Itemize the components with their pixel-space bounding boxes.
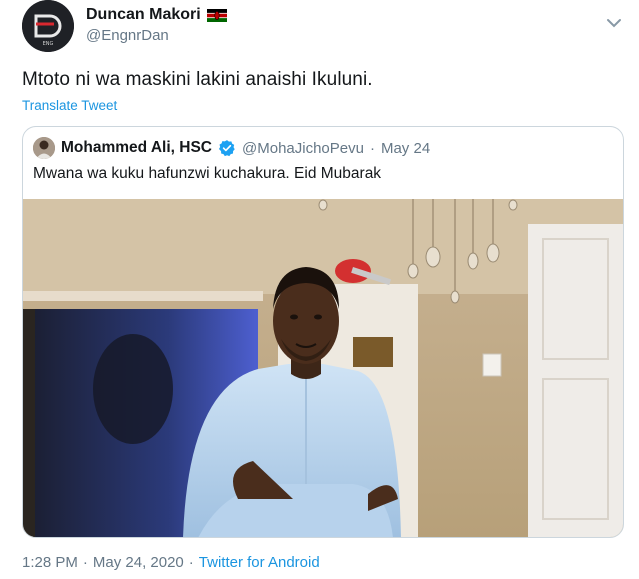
author-handle[interactable]: @EngnrDan [86, 27, 169, 44]
author-name-row: Duncan Makori [86, 4, 227, 26]
tweet-text: Mtoto ni wa maskini lakini anaishi Ikulu… [22, 69, 373, 90]
tweet-time[interactable]: 1:28 PM [22, 554, 78, 571]
quoted-tweet-header: Mohammed Ali, HSC @MohaJichoPevu · May 2… [33, 137, 430, 159]
quoted-author-handle: @MohaJichoPevu [242, 139, 364, 157]
separator-dot: · [188, 554, 194, 571]
tweet-card: ENG Duncan Makori @EngnrDan Mtoto ni wa … [0, 0, 639, 579]
author-avatar[interactable]: ENG [22, 0, 74, 52]
avatar-logo-text: ENG [43, 41, 54, 47]
quoted-author-name: Mohammed Ali, HSC [61, 139, 212, 156]
quoted-author-avatar [33, 137, 55, 159]
kenya-flag-icon [206, 8, 227, 22]
tweet-source-link[interactable]: Twitter for Android [199, 554, 320, 571]
quoted-tweet-date: May 24 [380, 139, 431, 157]
quoted-tweet[interactable]: Mohammed Ali, HSC @MohaJichoPevu · May 2… [22, 126, 624, 538]
separator-dot: · [82, 554, 88, 571]
separator-dot: · [369, 139, 375, 157]
tweet-date[interactable]: May 24, 2020 [93, 554, 184, 571]
tweet-meta: 1:28 PM · May 24, 2020 · Twitter for And… [22, 554, 320, 571]
quoted-tweet-text: Mwana wa kuku hafunzwi kuchakura. Eid Mu… [33, 165, 382, 182]
translate-tweet-link[interactable]: Translate Tweet [22, 98, 117, 113]
author-display-name[interactable]: Duncan Makori [86, 6, 201, 24]
quoted-tweet-photo[interactable] [23, 199, 623, 538]
verified-badge-icon [218, 140, 235, 157]
chevron-down-icon[interactable] [604, 16, 624, 30]
